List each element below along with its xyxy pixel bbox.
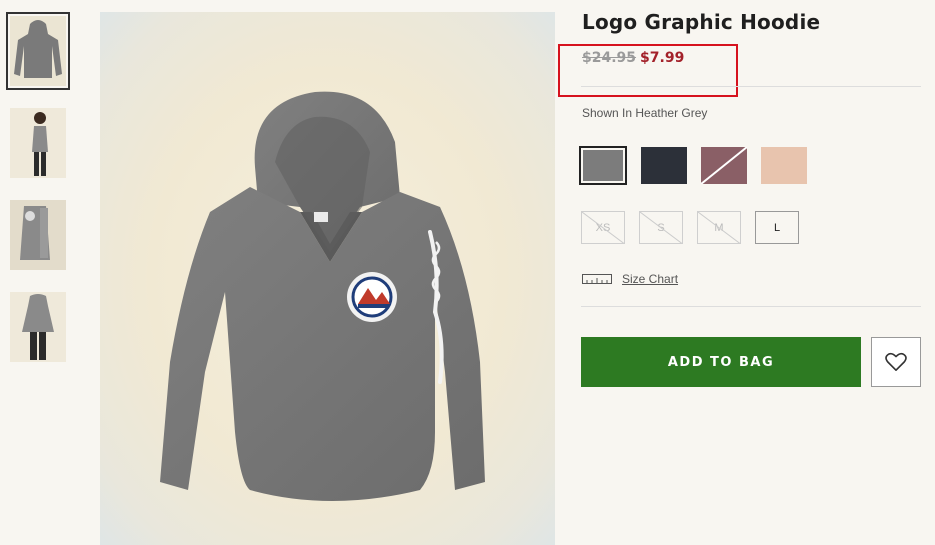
price-highlight-annotation	[558, 44, 738, 97]
swatch-heather-grey[interactable]	[579, 146, 627, 185]
divider	[581, 86, 921, 87]
size-chart-link-group[interactable]: Size Chart	[582, 272, 678, 286]
unavailable-slash-icon	[698, 212, 740, 243]
unavailable-slash-icon	[582, 212, 624, 243]
swatch-burgundy-heather[interactable]	[701, 147, 747, 184]
thumbnail-model-sleeve[interactable]	[6, 196, 70, 274]
divider	[581, 306, 921, 307]
size-xs-button[interactable]: XS	[581, 211, 625, 244]
size-l-button[interactable]: L	[755, 211, 799, 244]
product-title: Logo Graphic Hoodie	[582, 10, 821, 34]
size-label: L	[773, 221, 781, 234]
thumbnail-model-side[interactable]	[6, 104, 70, 182]
size-m-button[interactable]: M	[697, 211, 741, 244]
hoodie-illustration	[160, 91, 485, 501]
thumbnail-hoodie-flat[interactable]	[6, 12, 70, 90]
ruler-icon	[582, 274, 612, 284]
size-selector: XS S M L	[581, 211, 799, 244]
swatch-peach[interactable]	[761, 147, 807, 184]
wishlist-button[interactable]	[871, 337, 921, 387]
color-label: Shown In Heather Grey	[582, 106, 708, 120]
size-chart-link[interactable]: Size Chart	[622, 272, 678, 286]
thumbnail-gallery	[6, 12, 74, 380]
unavailable-slash-icon	[640, 212, 682, 243]
color-swatches	[579, 146, 807, 185]
thumbnail-model-back[interactable]	[6, 288, 70, 366]
product-main-image[interactable]	[100, 12, 555, 545]
heart-icon	[885, 352, 907, 371]
size-s-button[interactable]: S	[639, 211, 683, 244]
swatch-navy[interactable]	[641, 147, 687, 184]
add-to-bag-button[interactable]: ADD TO BAG	[581, 337, 861, 387]
unavailable-slash-icon	[701, 147, 747, 184]
